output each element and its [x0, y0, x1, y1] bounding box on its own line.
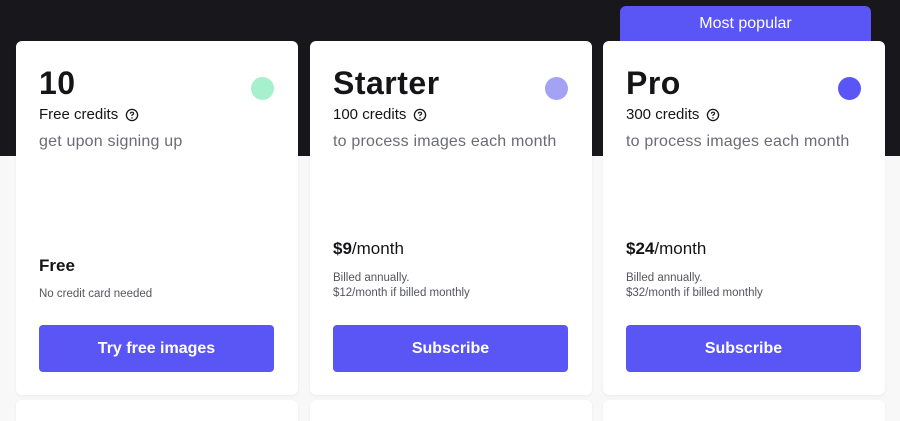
plan-title: Pro: [626, 65, 681, 101]
most-popular-badge: Most popular: [620, 6, 871, 46]
plan-card-pro: Pro 300 credits to process images each m…: [603, 41, 885, 395]
credits-description: to process images each month: [333, 133, 557, 150]
credits-label: 300 credits: [626, 106, 700, 123]
plan-color-dot: [251, 77, 274, 100]
plan-color-dot: [838, 77, 861, 100]
plan-title: Starter: [333, 65, 440, 101]
billing-note: No credit card needed: [39, 287, 152, 302]
credits-description: to process images each month: [626, 133, 850, 150]
plan-title: 10: [39, 65, 76, 101]
billing-line: Billed annually.: [626, 272, 703, 284]
price-amount: $9: [333, 239, 352, 258]
plan-color-dot: [545, 77, 568, 100]
price-free-label: Free: [39, 256, 75, 275]
help-circle-icon[interactable]: [706, 108, 720, 122]
billing-line: $12/month if billed monthly: [333, 287, 470, 299]
subscribe-button[interactable]: Subscribe: [626, 325, 861, 372]
price: $9/month: [333, 239, 404, 259]
subscribe-button[interactable]: Subscribe: [333, 325, 568, 372]
price-amount: $24: [626, 239, 655, 258]
credits-label: Free credits: [39, 106, 119, 123]
credits-row: 300 credits: [626, 106, 720, 123]
billing-line: No credit card needed: [39, 288, 153, 300]
credits-label: 100 credits: [333, 106, 407, 123]
credits-row: 100 credits: [333, 106, 427, 123]
plan-card-starter: Starter 100 credits to process images ea…: [310, 41, 592, 395]
try-free-images-button[interactable]: Try free images: [39, 325, 274, 372]
credits-row: Free credits: [39, 106, 139, 123]
price-period: /month: [351, 239, 404, 258]
billing-line: $32/month if billed monthly: [626, 287, 763, 299]
price: $24/month: [626, 239, 706, 259]
billing-line: Billed annually.: [333, 272, 410, 284]
help-circle-icon[interactable]: [125, 108, 139, 122]
help-circle-icon[interactable]: [413, 108, 427, 122]
billing-note: Billed annually. $32/month if billed mon…: [626, 271, 763, 301]
next-card: [603, 400, 885, 421]
billing-note: Billed annually. $12/month if billed mon…: [333, 271, 470, 301]
next-card: [16, 400, 298, 421]
next-card: [310, 400, 592, 421]
plan-card-free: 10 Free credits get upon signing up Free…: [16, 41, 298, 395]
credits-description: get upon signing up: [39, 133, 183, 150]
price-period: /month: [654, 239, 707, 258]
